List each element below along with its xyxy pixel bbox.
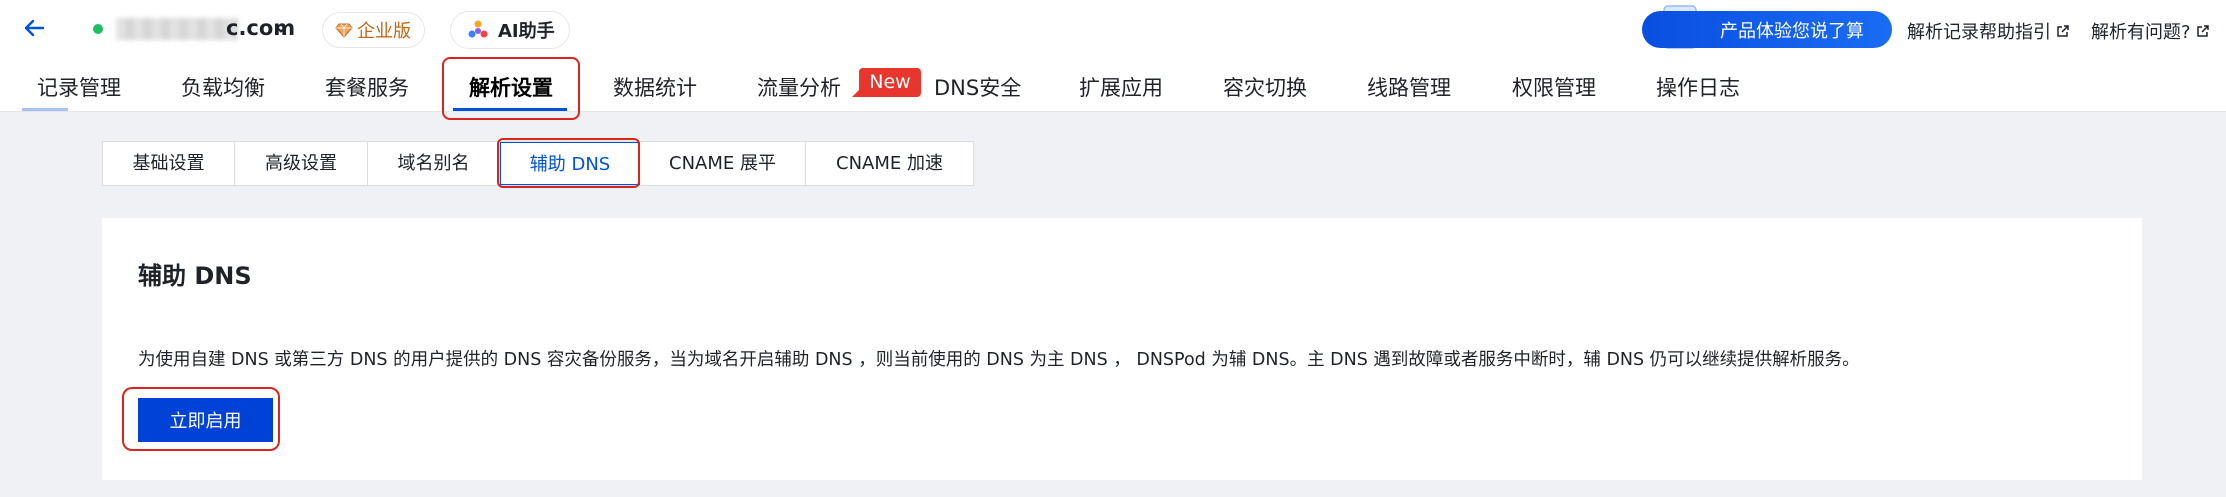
enable-now-button[interactable]: 立即启用 — [138, 398, 273, 442]
gem-icon — [335, 23, 353, 38]
tab-hover-indicator — [22, 108, 68, 111]
enterprise-badge-label: 企业版 — [357, 21, 411, 42]
tab-resolve-settings[interactable]: 解析设置 — [469, 72, 553, 102]
tab-plan-service[interactable]: 套餐服务 — [325, 72, 409, 102]
tab-traffic-analysis[interactable]: 流量分析 — [757, 72, 841, 102]
tab-operation-log[interactable]: 操作日志 — [1656, 72, 1740, 102]
enterprise-badge[interactable]: 企业版 — [322, 12, 425, 48]
tab-line-management[interactable]: 线路管理 — [1367, 72, 1451, 102]
domain-masked-text — [116, 18, 238, 40]
active-tab-underline — [453, 108, 567, 111]
top-bar: c.com 企业版 AI助手 产品体验您说了算 解析记录帮助指引 解析有问题? — [0, 0, 2226, 58]
subtab-basic-settings[interactable]: 基础设置 — [103, 142, 235, 185]
sub-tabs: 基础设置 高级设置 域名别名 辅助 DNS CNAME 展平 CNAME 加速 — [102, 141, 974, 186]
tab-dns-security[interactable]: DNS安全 — [934, 72, 1021, 102]
resolve-issue-link[interactable]: 解析有问题? — [2091, 18, 2210, 44]
subtab-secondary-dns[interactable]: 辅助 DNS — [500, 142, 640, 185]
record-help-guide-label: 解析记录帮助指引 — [1907, 22, 2051, 43]
product-feedback-button[interactable]: 产品体验您说了算 — [1642, 11, 1892, 48]
card-title: 辅助 DNS — [138, 262, 252, 290]
external-link-icon — [2057, 25, 2069, 37]
main-tabs: 记录管理 负载均衡 套餐服务 解析设置 数据统计 流量分析 DNS安全 扩展应用… — [0, 58, 2226, 112]
subtab-domain-alias[interactable]: 域名别名 — [368, 142, 500, 185]
ai-assistant-button[interactable]: AI助手 — [450, 11, 570, 49]
ai-assistant-label: AI助手 — [498, 21, 555, 42]
chevron-down-icon[interactable] — [273, 21, 289, 37]
top-header: c.com 企业版 AI助手 产品体验您说了算 解析记录帮助指引 解析有问题? … — [0, 0, 2226, 112]
subtab-cname-flattening[interactable]: CNAME 展平 — [640, 142, 806, 185]
ai-logo-icon — [468, 20, 488, 38]
back-arrow-icon[interactable] — [22, 14, 46, 42]
record-help-guide-link[interactable]: 解析记录帮助指引 — [1907, 18, 2070, 44]
secondary-dns-card: 辅助 DNS 为使用自建 DNS 或第三方 DNS 的用户提供的 DNS 容灾备… — [102, 218, 2142, 480]
new-badge: New — [852, 68, 921, 97]
resolve-issue-label: 解析有问题? — [2091, 22, 2191, 43]
product-feedback-label: 产品体验您说了算 — [1720, 20, 1864, 42]
external-link-icon — [2196, 25, 2209, 37]
tab-permission-management[interactable]: 权限管理 — [1512, 72, 1596, 102]
tab-load-balancing[interactable]: 负载均衡 — [181, 72, 265, 102]
tab-record-management[interactable]: 记录管理 — [37, 72, 121, 102]
tab-disaster-switch[interactable]: 容灾切换 — [1223, 72, 1307, 102]
status-dot-icon — [93, 24, 103, 34]
tab-extensions[interactable]: 扩展应用 — [1079, 72, 1163, 102]
tab-data-statistics[interactable]: 数据统计 — [613, 72, 697, 102]
subtab-advanced-settings[interactable]: 高级设置 — [235, 142, 368, 185]
subtab-cname-acceleration[interactable]: CNAME 加速 — [806, 142, 973, 185]
card-description: 为使用自建 DNS 或第三方 DNS 的用户提供的 DNS 容灾备份服务，当为域… — [138, 350, 1860, 370]
